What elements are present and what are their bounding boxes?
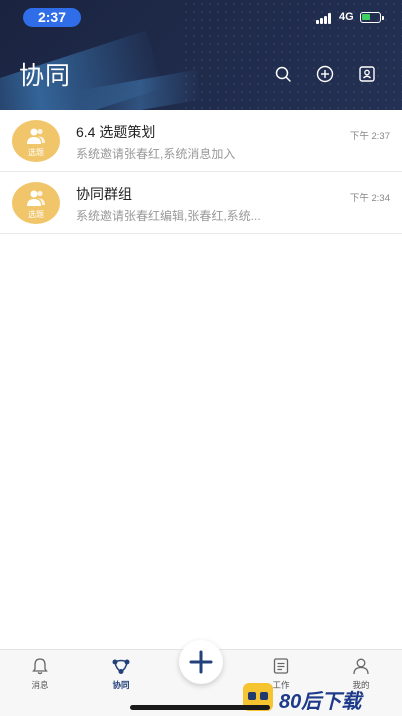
watermark-text: 80后下载 (279, 691, 362, 713)
group-icon (27, 190, 45, 206)
search-icon (275, 66, 291, 82)
conversation-row[interactable]: 选题 6.4 选题策划 系统邀请张春红,系统消息加入 下午 2:37 (0, 110, 402, 172)
conversation-list: 选题 6.4 选题策划 系统邀请张春红,系统消息加入 下午 2:37 选题 协同… (0, 110, 402, 234)
collaborate-icon (112, 659, 130, 674)
plus-icon (189, 650, 213, 674)
status-bar: 2:37 4G (0, 0, 402, 34)
conversation-time: 下午 2:37 (349, 131, 390, 142)
avatar-tag: 选题 (28, 148, 44, 157)
bell-icon (32, 658, 48, 675)
network-label: 4G (339, 11, 354, 23)
tab-label: 消息 (31, 680, 49, 690)
tab-collaborate[interactable]: 协同 (101, 656, 141, 691)
contacts-button[interactable] (357, 64, 377, 84)
add-button[interactable] (315, 64, 335, 84)
conversation-title: 6.4 选题策划 (76, 124, 156, 140)
document-icon (273, 658, 289, 674)
page-title: 协同 (19, 62, 72, 90)
group-icon (27, 128, 45, 144)
user-icon (353, 658, 369, 675)
group-avatar: 选题 (12, 182, 60, 224)
create-button[interactable] (179, 640, 223, 684)
battery-icon (360, 12, 384, 23)
group-avatar: 选题 (12, 120, 60, 162)
tab-label: 协同 (112, 680, 130, 690)
contact-card-icon (359, 66, 375, 82)
signal-icon (316, 13, 334, 24)
search-button[interactable] (273, 64, 293, 84)
plus-circle-icon (316, 65, 334, 83)
conversation-title: 协同群组 (76, 186, 132, 202)
conversation-row[interactable]: 选题 协同群组 系统邀请张春红编辑,张春红,系统... 下午 2:34 (0, 172, 402, 234)
tab-messages[interactable]: 消息 (20, 656, 60, 691)
conversation-preview: 系统邀请张春红编辑,张春红,系统... (76, 209, 261, 223)
conversation-time: 下午 2:34 (349, 193, 390, 204)
status-time: 2:37 (23, 8, 81, 27)
conversation-preview: 系统邀请张春红,系统消息加入 (76, 147, 236, 161)
app-header: 2:37 4G 协同 (0, 0, 402, 110)
avatar-tag: 选题 (28, 210, 44, 219)
home-indicator (130, 705, 270, 710)
